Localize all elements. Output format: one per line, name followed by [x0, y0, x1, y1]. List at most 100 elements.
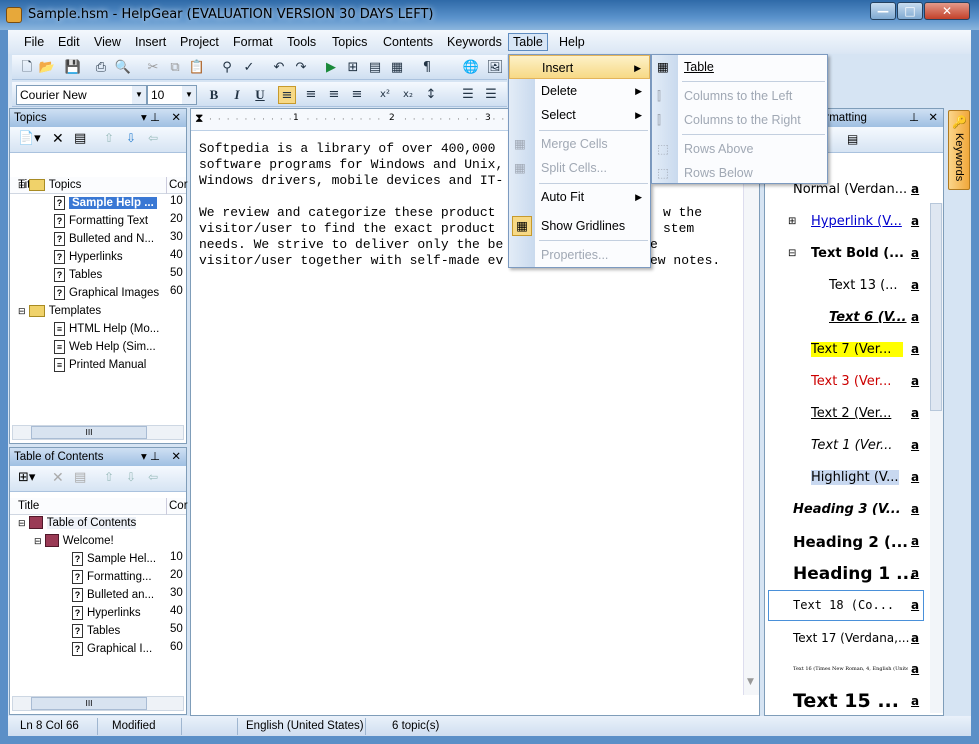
- menu-item-merge-cells[interactable]: ▦ Merge Cells: [509, 132, 650, 156]
- style-heading-3[interactable]: Heading 3 (V...: [793, 502, 901, 517]
- compile-icon[interactable]: ▶: [322, 59, 340, 77]
- style-text-15[interactable]: Text 15 ...: [793, 690, 899, 712]
- style-text-1[interactable]: Text 1 (Ver...: [811, 438, 892, 453]
- menu-keywords[interactable]: Keywords: [443, 33, 506, 51]
- spellcheck-icon[interactable]: ✓: [240, 59, 258, 77]
- line-spacing-icon[interactable]: ↕: [422, 86, 440, 104]
- menu-contents[interactable]: Contents: [379, 33, 437, 51]
- menu-item-split-cells[interactable]: ▦ Split Cells...: [509, 156, 650, 180]
- align-center-icon[interactable]: ≡: [302, 86, 320, 104]
- toc-root[interactable]: ⊟ Table of Contents: [18, 514, 137, 532]
- scroll-thumb[interactable]: III: [31, 697, 147, 710]
- submenu-item-table[interactable]: ▦ Table: [652, 55, 827, 79]
- chevron-down-icon[interactable]: ▼: [132, 86, 146, 104]
- menu-file[interactable]: File: [20, 33, 48, 51]
- new-icon[interactable]: 🗋: [18, 59, 36, 77]
- open-icon[interactable]: 📂: [38, 59, 56, 77]
- move-down-icon[interactable]: ⇩: [126, 131, 136, 145]
- style-text-6[interactable]: Text 6 (V...: [829, 310, 907, 325]
- pin-icon[interactable]: ▾ ⊥: [141, 109, 160, 127]
- close-icon[interactable]: ✕: [928, 109, 938, 127]
- style-heading-2[interactable]: Heading 2 (...: [793, 533, 908, 551]
- move-up-icon[interactable]: ⇧: [104, 470, 114, 484]
- styles-vertical-scrollbar[interactable]: [930, 203, 943, 713]
- paste-icon[interactable]: 📋: [188, 59, 206, 77]
- bulleted-list-icon[interactable]: ☰: [482, 86, 500, 104]
- chevron-down-icon[interactable]: ▼: [182, 86, 196, 104]
- style-text-2[interactable]: Text 2 (Ver...: [811, 406, 891, 421]
- find-icon[interactable]: ⚲: [218, 59, 236, 77]
- menu-tools[interactable]: Tools: [283, 33, 320, 51]
- new-topic-icon[interactable]: 📄▾: [18, 131, 41, 146]
- bold-icon[interactable]: B: [205, 86, 223, 104]
- menu-table[interactable]: Table: [508, 33, 548, 51]
- topic-editor[interactable]: [190, 108, 760, 716]
- align-left-icon[interactable]: ≡: [278, 86, 296, 104]
- style-hyperlink[interactable]: Hyperlink (V...: [811, 214, 902, 229]
- superscript-icon[interactable]: x²: [376, 86, 394, 104]
- topic-icon[interactable]: ▤: [366, 59, 384, 77]
- style-highlight[interactable]: Highlight (V...: [811, 470, 899, 485]
- pin-icon[interactable]: ▾ ⊥: [141, 448, 160, 466]
- menu-insert[interactable]: Insert: [131, 33, 170, 51]
- toc-welcome[interactable]: ⊟ Welcome!: [34, 532, 114, 550]
- properties-icon[interactable]: ▤: [74, 131, 86, 146]
- paragraph-icon[interactable]: ¶: [418, 59, 436, 77]
- properties-icon[interactable]: ▤: [74, 470, 86, 485]
- close-button[interactable]: ✕: [924, 2, 970, 20]
- style-text-13[interactable]: Text 13 (...: [829, 278, 898, 293]
- image-icon[interactable]: 🖼: [486, 59, 504, 77]
- menu-item-properties[interactable]: Properties...: [509, 243, 650, 267]
- move-down-icon[interactable]: ⇩: [126, 470, 136, 484]
- scroll-thumb[interactable]: III: [31, 426, 147, 439]
- properties-icon[interactable]: ▦: [388, 59, 406, 77]
- tree-template-item[interactable]: ≡ Web Help (Sim...: [54, 338, 156, 356]
- style-text-18[interactable]: Text 18 (Co...: [793, 598, 894, 612]
- scroll-thumb[interactable]: [930, 203, 942, 411]
- toc-item[interactable]: ? Formatting...: [72, 568, 152, 586]
- align-right-icon[interactable]: ≡: [325, 86, 343, 104]
- tree-topic-item[interactable]: ? Formatting Text: [54, 212, 148, 230]
- tree-template-item[interactable]: ≡ HTML Help (Mo...: [54, 320, 159, 338]
- style-properties-icon[interactable]: ▤: [847, 132, 858, 146]
- tree-topic-item[interactable]: ? Graphical Images: [54, 284, 159, 302]
- close-icon[interactable]: ✕: [171, 448, 181, 466]
- move-left-icon[interactable]: ⇦: [148, 131, 158, 145]
- cut-icon[interactable]: ✂: [144, 59, 162, 77]
- col-context[interactable]: Cor: [166, 177, 188, 194]
- font-size-combo[interactable]: 10 ▼: [147, 85, 197, 105]
- tree-topic-item[interactable]: ? Hyperlinks: [54, 248, 123, 266]
- redo-icon[interactable]: ↷: [292, 59, 310, 77]
- move-left-icon[interactable]: ⇦: [148, 470, 158, 484]
- toc-item[interactable]: ? Hyperlinks: [72, 604, 141, 622]
- submenu-item-columns-right[interactable]: ⫿ Columns to the Right: [652, 108, 827, 132]
- style-text-17[interactable]: Text 17 (Verdana,...: [793, 631, 909, 645]
- style-heading-1[interactable]: Heading 1 ...: [793, 564, 916, 584]
- style-text-16[interactable]: Text 16 (Times New Roman, 4, English (Un…: [793, 666, 908, 672]
- scroll-down-icon[interactable]: ▼: [747, 677, 754, 687]
- menu-help[interactable]: Help: [555, 33, 589, 51]
- col-title[interactable]: Title: [18, 498, 39, 515]
- print-icon[interactable]: ⎙: [92, 59, 110, 77]
- toc-item[interactable]: ? Bulleted an...: [72, 586, 154, 604]
- submenu-item-rows-above[interactable]: ⬚ Rows Above: [652, 137, 827, 161]
- keywords-side-tab[interactable]: 🔑 Keywords: [948, 110, 970, 190]
- maximize-button[interactable]: □: [897, 2, 923, 20]
- menu-edit[interactable]: Edit: [54, 33, 84, 51]
- menu-view[interactable]: View: [90, 33, 125, 51]
- tree-topics-root[interactable]: ⊟ Topics: [18, 176, 81, 194]
- minimize-button[interactable]: —: [870, 2, 896, 20]
- menu-item-delete[interactable]: Delete ▶: [509, 79, 650, 103]
- delete-icon[interactable]: ✕: [52, 470, 64, 486]
- preview-icon[interactable]: ⊞: [344, 59, 362, 77]
- tree-templates-root[interactable]: ⊟ Templates: [18, 302, 101, 320]
- numbered-list-icon[interactable]: ☰: [459, 86, 477, 104]
- menu-format[interactable]: Format: [229, 33, 277, 51]
- subscript-icon[interactable]: x₂: [399, 86, 417, 104]
- style-text-3[interactable]: Text 3 (Ver...: [811, 374, 891, 389]
- menu-item-auto-fit[interactable]: Auto Fit ▶: [509, 185, 650, 209]
- menu-topics[interactable]: Topics: [328, 33, 371, 51]
- new-entry-icon[interactable]: ⊞▾: [18, 470, 35, 485]
- print-preview-icon[interactable]: 🔍: [114, 59, 132, 77]
- toc-item[interactable]: ? Sample Hel...: [72, 550, 156, 568]
